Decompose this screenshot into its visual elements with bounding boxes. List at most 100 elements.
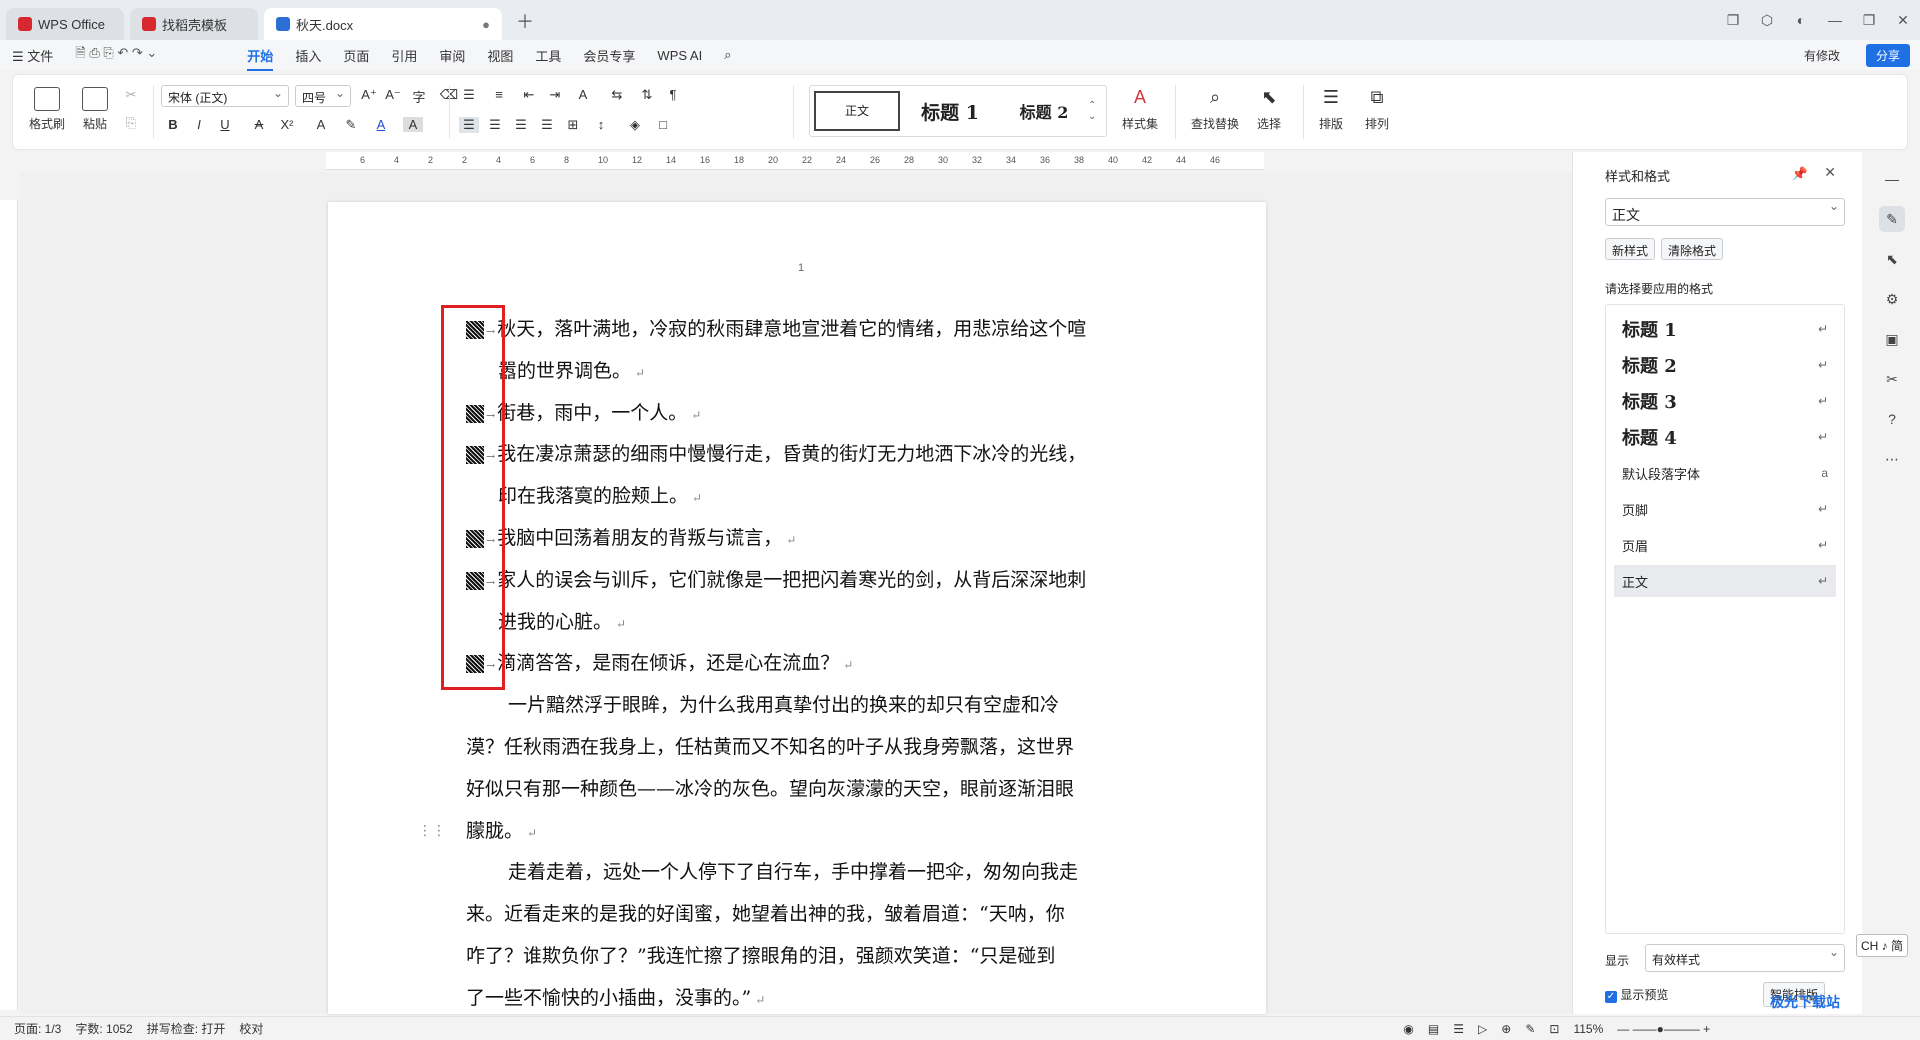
cube-icon[interactable]: ⬡ [1750, 12, 1784, 29]
menu-wps-ai[interactable]: WPS AI [657, 48, 702, 63]
font-name-select[interactable]: 宋体 (正文) [161, 85, 289, 107]
clear-format-button[interactable]: 清除格式 [1661, 238, 1724, 260]
superscript-icon[interactable]: X² [277, 117, 297, 132]
text-line[interactable]: 印在我落寞的脸颊上。 ↵ [498, 481, 702, 508]
paste-button[interactable]: 粘贴 [75, 87, 115, 132]
underline-icon[interactable]: U [215, 117, 235, 132]
zoom-level[interactable]: 115% [1573, 1022, 1603, 1036]
share-button[interactable]: 分享 [1865, 43, 1910, 67]
cut-icon[interactable]: ✂ [121, 87, 141, 103]
edit-image-icon[interactable]: ▣ [1879, 326, 1905, 352]
text-line[interactable]: → 秋天，落叶满地，冷寂的秋雨肆意地宣泄着它的情绪，用悲凉给这个喧 [466, 314, 1086, 341]
page-indicator[interactable]: 页面: 1/3 [14, 1020, 61, 1037]
increase-indent-icon[interactable]: ⇥ [545, 87, 565, 103]
eye-icon[interactable]: ◉ [1403, 1022, 1413, 1036]
spell-check[interactable]: 拼写检查: 打开 [147, 1020, 226, 1037]
page-view-icon[interactable]: ▤ [1428, 1022, 1439, 1036]
ime-indicator[interactable]: CH ♪ 简 [1856, 934, 1909, 957]
style-item[interactable]: 标题 2 ↵ [1614, 349, 1836, 381]
text-effect-icon[interactable]: A [311, 117, 331, 132]
strikethrough-icon[interactable]: A [249, 117, 269, 132]
play-icon[interactable]: ▷ [1478, 1022, 1487, 1036]
text-line[interactable]: 来。近看走来的是我的好闺蜜，她望着出神的我，皱着眉道：“天呐，你 [466, 899, 1065, 926]
font-color-icon[interactable]: A [371, 117, 391, 132]
text-line[interactable]: 好似只有那一种颜色——冰冷的灰色。望向灰濛濛的天空，眼前逐渐泪眼 [466, 774, 1074, 801]
menu-tools[interactable]: 工具 [535, 46, 561, 65]
menu-home[interactable]: 开始 [247, 46, 274, 71]
menu-file[interactable]: ☰ 文件 [12, 46, 53, 65]
close-panel-icon[interactable]: ✕ [1824, 164, 1836, 181]
tools-icon[interactable]: ✂ [1879, 366, 1905, 392]
text-line[interactable]: 一片黯然浮于眼眸，为什么我用真挚付出的换来的却只有空虚和冷 [508, 690, 1059, 717]
style-heading-1[interactable]: 标题 1 [900, 98, 1000, 125]
tab-template[interactable]: 找稻壳模板 [130, 8, 258, 40]
style-normal[interactable]: 正文 [814, 91, 900, 131]
outline-view-icon[interactable]: ☰ [1453, 1022, 1464, 1036]
text-line[interactable]: 咋了？谁欺负你了？”我连忙擦了擦眼角的泪，强颜欢笑道：“只是碰到 [466, 941, 1055, 968]
text-line[interactable]: → 滴滴答答，是雨在倾诉，还是心在流血？ ↵ [466, 648, 853, 675]
zoom-slider[interactable]: — ——●——— + [1617, 1022, 1710, 1036]
style-item[interactable]: 标题 4 ↵ [1614, 421, 1836, 453]
avatar[interactable]: ◐ [1784, 12, 1818, 28]
menu-insert[interactable]: 插入 [295, 46, 321, 65]
search-icon[interactable]: ⌕ [724, 47, 731, 63]
select-cursor-icon[interactable]: ⬉ [1879, 246, 1905, 272]
quick-access-icons[interactable]: 🗎 ⎙ ⎘ ↶ ↷ ⌄ [75, 44, 157, 66]
shading-icon[interactable]: ◈ [625, 117, 645, 133]
sort-icon[interactable]: ⇅ [637, 87, 657, 103]
new-tab-icon[interactable]: ＋ [516, 8, 534, 34]
web-view-icon[interactable]: ⊕ [1501, 1022, 1511, 1036]
modified-indicator[interactable]: 有修改 [1804, 47, 1840, 64]
phonetic-icon[interactable]: 字 [409, 87, 429, 106]
current-style-select[interactable]: 正文 [1605, 198, 1845, 226]
align-center-icon[interactable]: ☰ [485, 117, 505, 133]
copy-icon[interactable]: ⎘ [121, 115, 141, 131]
distribute-icon[interactable]: ⊞ [563, 117, 583, 133]
direction-icon[interactable]: ⇆ [607, 87, 627, 103]
preview-checkbox[interactable]: ✓ 显示预览 [1605, 986, 1668, 1003]
drag-handle-icon[interactable]: ⋮⋮ [418, 822, 446, 839]
numbered-list-icon[interactable]: ≡ [489, 87, 509, 102]
proofread[interactable]: 校对 [239, 1020, 263, 1037]
minimize-panel-icon[interactable]: — [1879, 166, 1905, 192]
minimize-icon[interactable]: — [1818, 12, 1852, 28]
pen-icon[interactable]: ✎ [1525, 1022, 1535, 1036]
style-item[interactable]: 标题 3 ↵ [1614, 385, 1836, 417]
gallery-more-icon[interactable]: ⌃ ⌄ [1088, 100, 1096, 122]
menu-review[interactable]: 审阅 [439, 46, 465, 65]
pin-icon[interactable]: 📌 [1792, 166, 1808, 182]
border-icon[interactable]: □ [653, 117, 673, 132]
text-line[interactable]: 了一些不愉快的小插曲，没事的。” ↵ [466, 983, 765, 1010]
decrease-indent-icon[interactable]: ⇤ [519, 87, 539, 103]
window-list-icon[interactable]: ❐ [1716, 12, 1750, 29]
arrange-button[interactable]: ⧉ 排列 [1357, 87, 1397, 132]
style-item[interactable]: 默认段落字体 a [1614, 457, 1836, 489]
select-button[interactable]: ⬉ 选择 [1249, 87, 1289, 132]
find-replace-button[interactable]: ⌕ 查找替换 [1185, 87, 1245, 132]
style-pen-icon[interactable]: ✎ [1879, 206, 1905, 232]
show-select[interactable]: 有效样式 [1645, 944, 1845, 972]
style-set-button[interactable]: A 样式集 [1115, 87, 1165, 132]
style-item[interactable]: 正文 ↵ [1614, 565, 1836, 597]
close-icon[interactable]: ✕ [1886, 12, 1920, 29]
text-line[interactable]: 走着走着，远处一个人停下了自行车，手中撑着一把伞，匆匆向我走 [508, 857, 1078, 884]
bold-icon[interactable]: B [163, 117, 183, 132]
text-line[interactable]: 嚣的世界调色。 ↵ [498, 356, 645, 383]
style-item[interactable]: 页脚 ↵ [1614, 493, 1836, 525]
char-shading-icon[interactable]: A [403, 117, 423, 132]
tab-wps-office[interactable]: WPS Office [6, 8, 124, 40]
show-marks-icon[interactable]: ¶ [663, 87, 683, 102]
menu-view[interactable]: 视图 [487, 46, 513, 65]
tab-document[interactable]: 秋天.docx ● [264, 8, 502, 40]
text-line[interactable]: → 我脑中回荡着朋友的背叛与谎言， ↵ [466, 523, 796, 550]
panel-title[interactable]: 样式和格式 [1605, 166, 1670, 185]
justify-icon[interactable]: ☰ [537, 117, 557, 133]
text-line[interactable]: 朦胧。 ↵ [466, 816, 537, 843]
grow-font-icon[interactable]: A⁺ [359, 87, 379, 103]
menu-page[interactable]: 页面 [343, 46, 369, 65]
style-heading-2[interactable]: 标题 2 [1000, 99, 1088, 123]
align-left-icon[interactable]: ☰ [459, 117, 479, 133]
font-size-select[interactable]: 四号 [295, 85, 351, 107]
menu-vip[interactable]: 会员专享 [583, 46, 635, 65]
more-icon[interactable]: ⋯ [1879, 446, 1905, 472]
